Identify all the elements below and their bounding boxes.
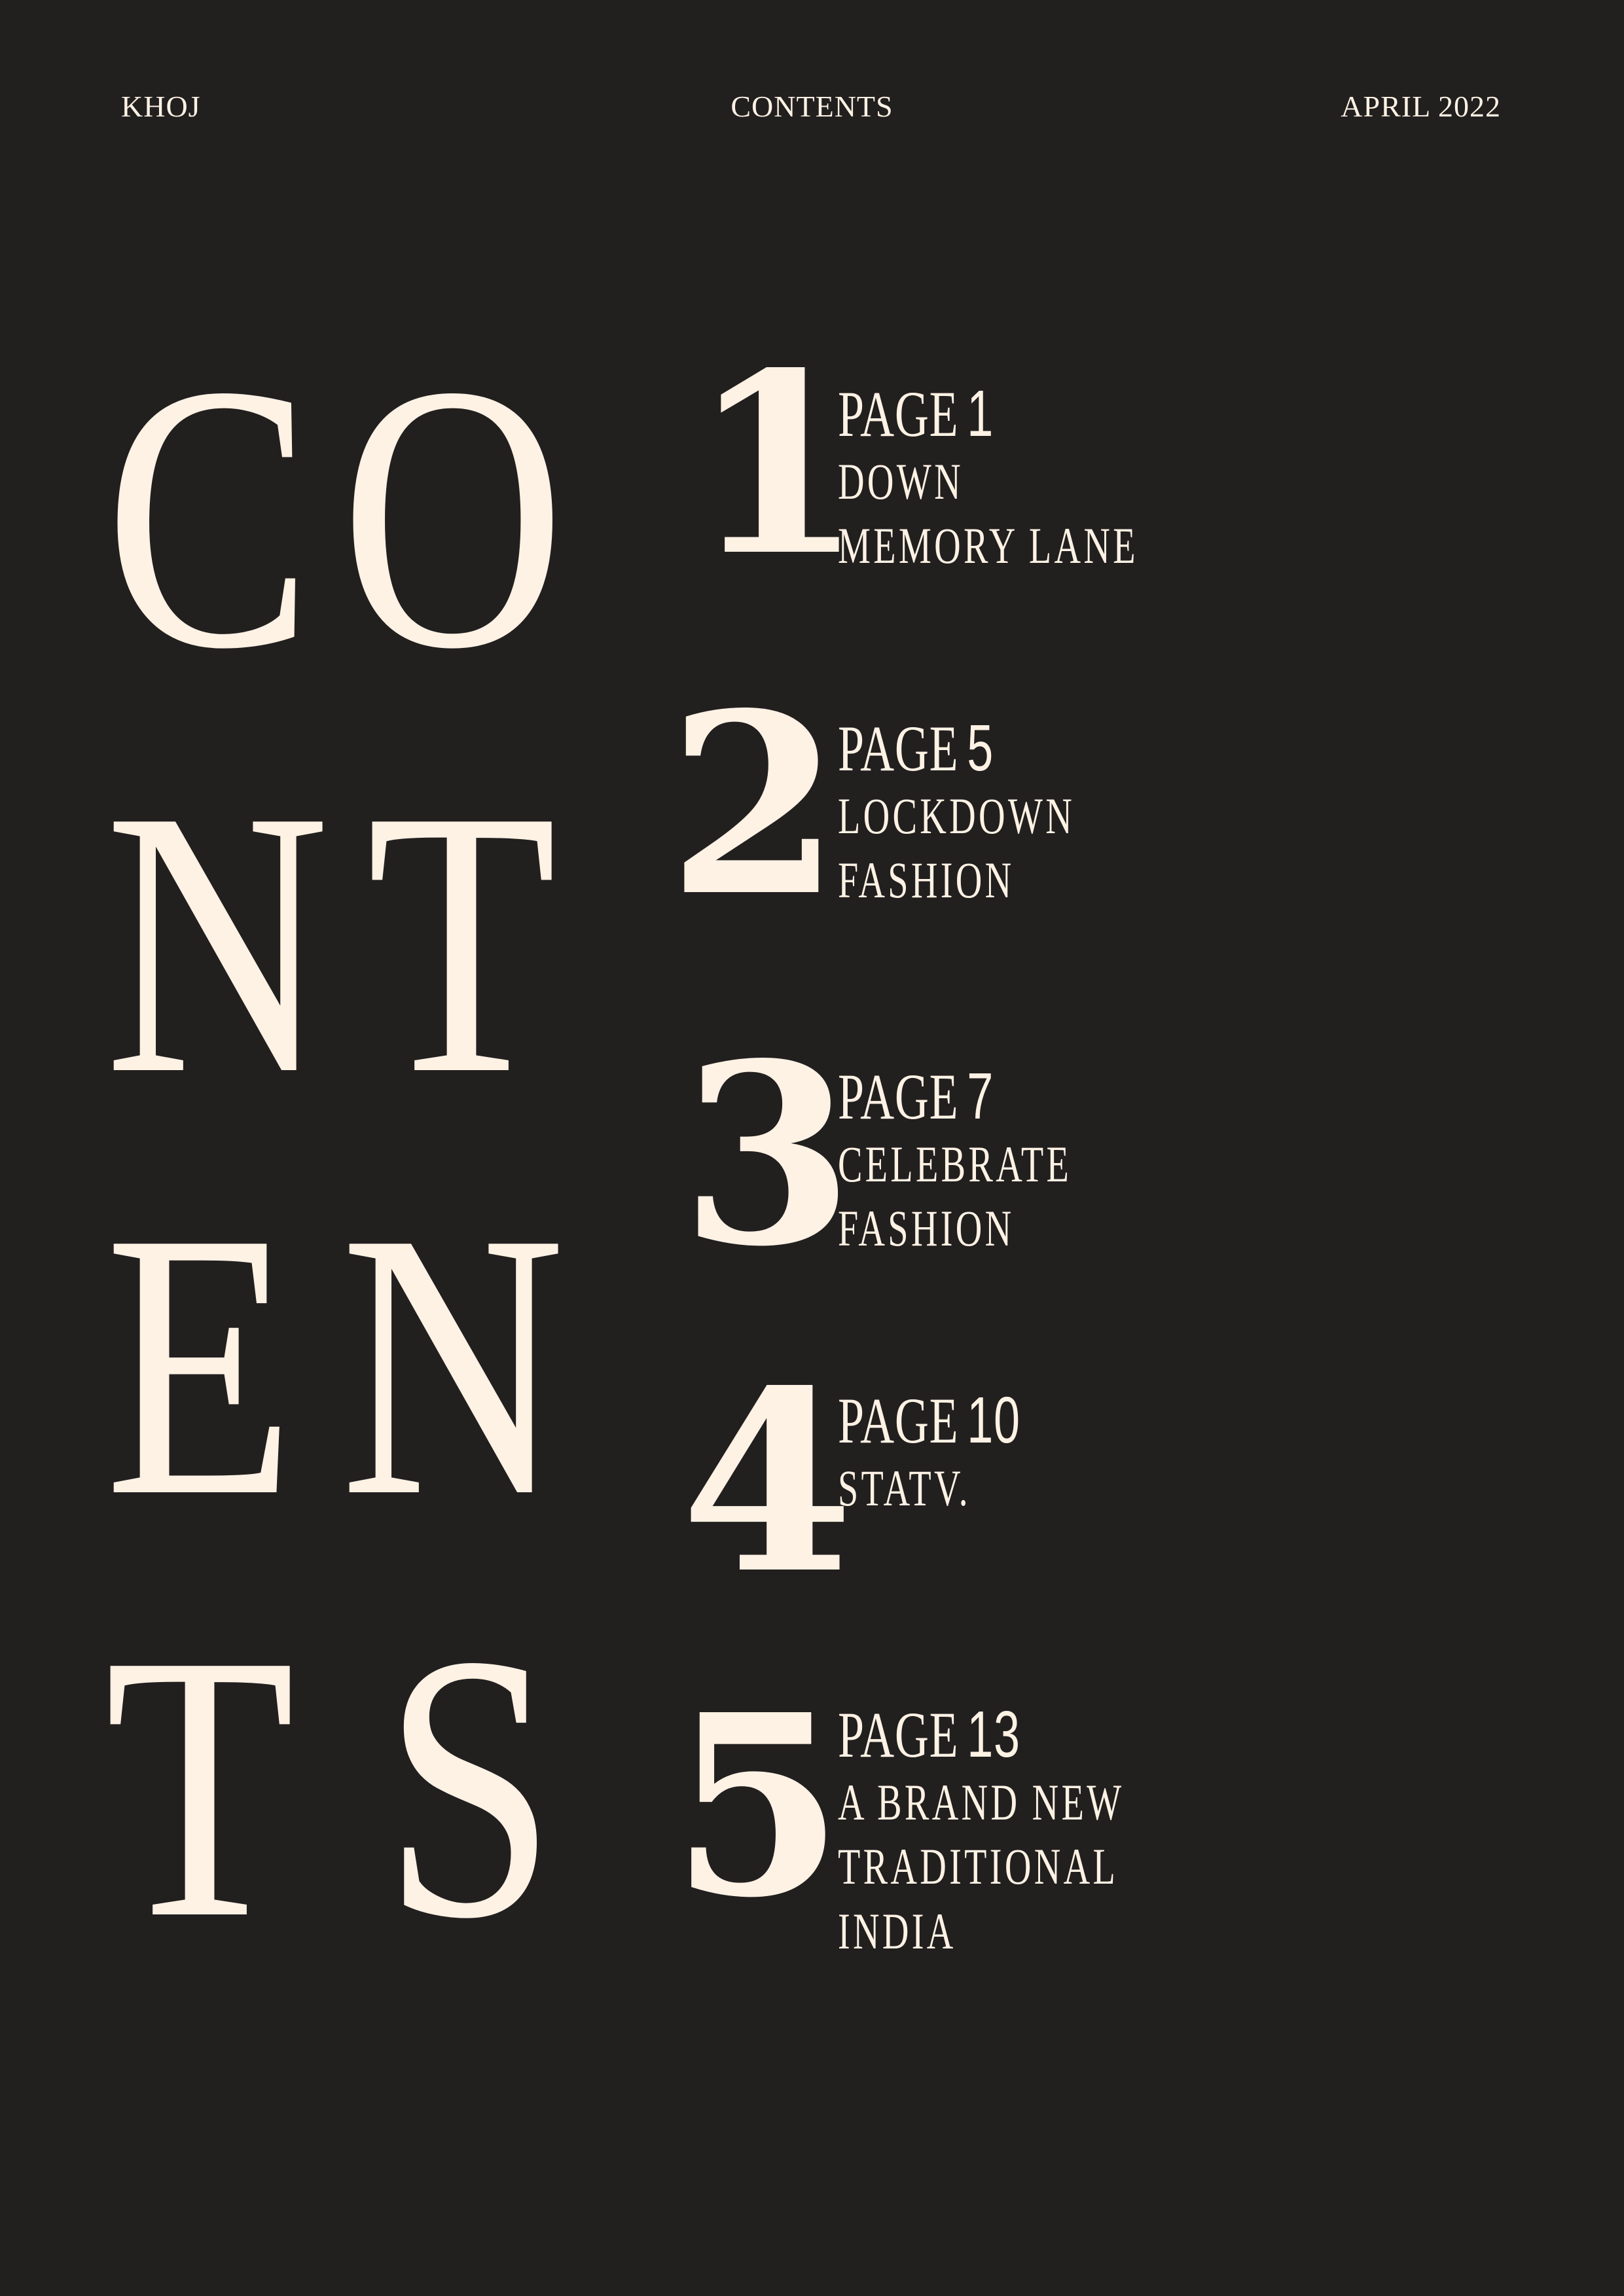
big-title-letter: O — [340, 307, 566, 727]
toc-page-ref: PAGE 5 — [838, 715, 1075, 781]
page-number: 7 — [967, 1060, 994, 1133]
toc-entry-text: PAGE 13 A BRAND NEW TRADITIONAL INDIA — [838, 1702, 1236, 1964]
page-number: 1 — [967, 377, 994, 450]
toc-title-line: STATV. — [838, 1460, 971, 1516]
toc-page-ref: PAGE 10 — [838, 1388, 1020, 1454]
big-title-letter: C — [105, 307, 313, 727]
big-title-letter: E — [105, 1155, 295, 1575]
toc-entry-text: PAGE 5 LOCKDOWN FASHION — [838, 715, 1167, 913]
page-word: PAGE — [838, 1698, 959, 1771]
toc-number: 3 — [681, 1009, 854, 1301]
big-title-letter: S — [383, 1577, 556, 1997]
toc-number: 5 — [671, 1660, 844, 1952]
page-number: 5 — [967, 711, 994, 785]
toc-title-line: TRADITIONAL — [838, 1838, 1119, 1895]
toc-page-ref: PAGE 1 — [838, 381, 1138, 447]
big-title-letter: N — [105, 732, 330, 1153]
toc-entry-text: PAGE 10 STATV. — [838, 1388, 1091, 1520]
toc-title-line: MEMORY LANE — [838, 517, 1138, 575]
toc-number: 4 — [681, 1336, 854, 1628]
page-word: PAGE — [838, 378, 959, 450]
toc-page-ref: PAGE 13 — [838, 1702, 1125, 1768]
page-word: PAGE — [838, 1060, 959, 1133]
big-title-letter: T — [105, 1577, 295, 1997]
page-word: PAGE — [838, 712, 959, 785]
toc-entry-text: PAGE 1 DOWN MEMORY LANE — [838, 381, 1255, 579]
toc-title-line: A BRAND NEW — [838, 1774, 1125, 1831]
big-title-letter: N — [340, 1155, 566, 1575]
toc-title-line: DOWN — [838, 453, 964, 510]
issue-date: APRIL 2022 — [1341, 90, 1501, 123]
toc-title-line: CELEBRATE — [838, 1136, 1072, 1193]
page-number: 13 — [967, 1698, 1020, 1771]
big-title-letter: T — [367, 732, 557, 1153]
toc-entry-text: PAGE 7 CELEBRATE FASHION — [838, 1064, 1163, 1261]
toc-title-line: FASHION — [838, 1200, 1015, 1257]
toc-number: 2 — [668, 658, 841, 951]
toc-title-line: LOCKDOWN — [838, 787, 1075, 844]
page-number: 10 — [967, 1384, 1020, 1457]
page-word: PAGE — [838, 1384, 959, 1457]
toc-page-ref: PAGE 7 — [838, 1064, 1072, 1130]
toc-title-line: FASHION — [838, 852, 1015, 909]
toc-title-line: INDIA — [838, 1902, 956, 1960]
